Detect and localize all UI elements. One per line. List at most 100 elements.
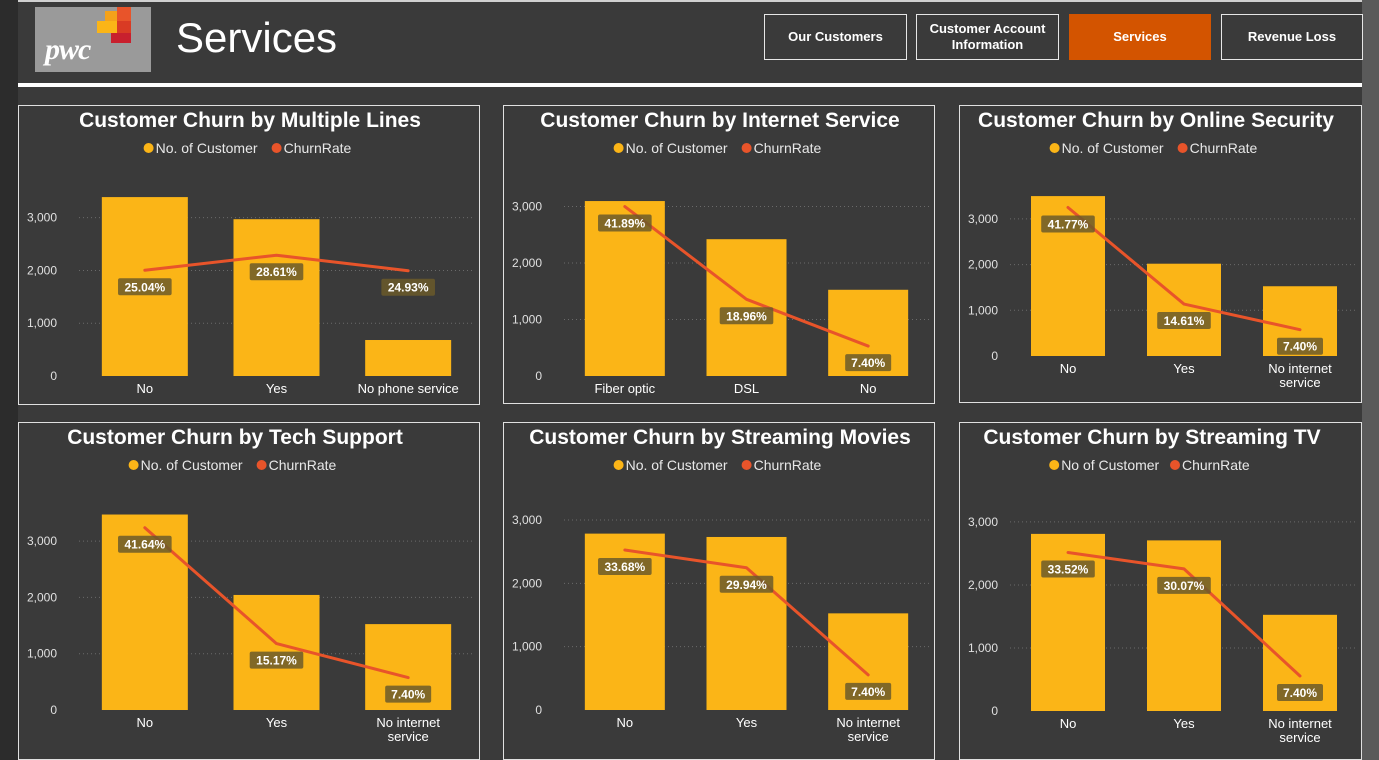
chart-panel-streaming-tv: Customer Churn by Streaming TV No of Cust… [959, 422, 1362, 760]
legend-label-churnrate: ChurnRate [754, 140, 822, 156]
x-category-label: No [860, 381, 877, 396]
chart-legend: No. of Customer ChurnRate [613, 140, 822, 156]
y-tick-label: 1,000 [512, 640, 542, 654]
y-tick-label: 0 [535, 369, 542, 383]
legend-label-churnrate: ChurnRate [284, 140, 352, 156]
x-category-label: Yes [1173, 716, 1195, 731]
y-tick-label: 2,000 [968, 578, 998, 592]
header: pwc Services Our Customers Customer Acco… [18, 2, 1363, 82]
y-tick-label: 3,000 [512, 199, 542, 213]
chart-title: Customer Churn by Internet Service [540, 109, 899, 132]
x-category-label: No internet service [1268, 716, 1332, 745]
y-tick-label: 3,000 [968, 212, 998, 226]
x-category-label: No [137, 381, 154, 396]
bar[interactable] [233, 219, 320, 376]
chart-svg: Customer Churn by Online Security No. of … [968, 109, 1358, 390]
legend-label-customers: No of Customer [1061, 457, 1159, 473]
chart-legend: No. of Customer ChurnRate [613, 457, 822, 473]
x-category-label: No [137, 715, 154, 730]
nav-our-customers[interactable]: Our Customers [764, 14, 907, 60]
legend-dot-churnrate [1177, 143, 1188, 153]
right-edge [1362, 0, 1379, 760]
chart-title: Customer Churn by Streaming Movies [529, 426, 911, 449]
pwc-logo: pwc [35, 7, 151, 72]
y-tick-label: 1,000 [512, 312, 542, 326]
y-tick-label: 3,000 [27, 534, 57, 548]
chart-svg: Customer Churn by Multiple Lines No. of C… [27, 109, 474, 396]
x-category-label: No [1060, 716, 1077, 731]
nav-label: Revenue Loss [1247, 29, 1337, 44]
legend-dot-customers [613, 460, 624, 470]
x-category-label: No [617, 715, 634, 730]
legend-label-churnrate: ChurnRate [754, 457, 822, 473]
x-category-label: Fiber optic [594, 381, 655, 396]
y-tick-label: 3,000 [512, 513, 542, 527]
churnrate-data-label: 41.77% [1048, 217, 1089, 231]
chart-svg: Customer Churn by Streaming Movies No. of… [512, 426, 929, 744]
churnrate-data-label: 7.40% [851, 685, 885, 699]
legend-label-customers: No. of Customer [141, 457, 243, 473]
legend-label-churnrate: ChurnRate [269, 457, 337, 473]
chart-title: Customer Churn by Streaming TV [983, 426, 1320, 449]
nav-customer-account-information[interactable]: Customer Account Information [916, 14, 1059, 60]
nav-revenue-loss[interactable]: Revenue Loss [1221, 14, 1363, 60]
x-category-label: No internet service [1268, 361, 1332, 390]
nav-label: Our Customers [788, 29, 883, 44]
churnrate-data-label: 41.89% [604, 217, 645, 231]
y-tick-label: 0 [50, 369, 57, 383]
x-category-label: No internet service [836, 715, 900, 744]
y-tick-label: 0 [535, 703, 542, 717]
churnrate-data-label: 7.40% [1283, 686, 1317, 700]
x-category-label: Yes [736, 715, 758, 730]
churnrate-data-label: 14.61% [1164, 314, 1205, 328]
legend-label-churnrate: ChurnRate [1182, 457, 1250, 473]
nav-label: Customer Account Information [929, 21, 1046, 52]
churnrate-data-label: 7.40% [1283, 340, 1317, 354]
legend-label-customers: No. of Customer [626, 457, 728, 473]
chart-panel-streaming-movies: Customer Churn by Streaming Movies No. of… [503, 422, 935, 760]
y-tick-label: 2,000 [512, 256, 542, 270]
legend-dot-customers [1049, 460, 1060, 470]
y-tick-label: 0 [50, 703, 57, 717]
legend-dot-churnrate [256, 460, 267, 470]
chart-legend: No. of Customer ChurnRate [128, 457, 337, 473]
chart-svg: Customer Churn by Internet Service No. of… [512, 109, 929, 396]
legend-dot-churnrate [1170, 460, 1180, 470]
bar[interactable] [1031, 533, 1105, 711]
x-category-label: Yes [266, 381, 288, 396]
legend-dot-customers [1049, 143, 1060, 153]
y-tick-label: 3,000 [27, 211, 57, 225]
y-tick-label: 1,000 [968, 641, 998, 655]
legend-dot-churnrate [741, 460, 752, 470]
x-category-label: DSL [734, 381, 759, 396]
y-tick-label: 0 [991, 704, 998, 718]
chart-legend: No. of Customer ChurnRate [1049, 140, 1258, 156]
churnrate-data-label: 18.96% [726, 309, 767, 323]
churnrate-data-label: 24.93% [388, 281, 429, 295]
bar[interactable] [365, 340, 452, 376]
legend-dot-churnrate [741, 143, 752, 153]
churnrate-data-label: 7.40% [851, 356, 885, 370]
x-category-label: Yes [1173, 361, 1195, 376]
churnrate-data-label: 29.94% [726, 578, 767, 592]
chart-panel-online-security: Customer Churn by Online Security No. of … [959, 105, 1362, 403]
chart-panel-tech-support: Customer Churn by Tech Support No. of Cus… [18, 422, 480, 760]
header-divider [18, 83, 1362, 87]
churnrate-data-label: 25.04% [124, 280, 165, 294]
y-tick-label: 2,000 [968, 258, 998, 272]
legend-dot-churnrate [271, 143, 282, 153]
chart-title: Customer Churn by Online Security [978, 109, 1334, 132]
y-tick-label: 2,000 [27, 590, 57, 604]
churnrate-data-label: 33.52% [1048, 563, 1089, 577]
chart-title: Customer Churn by Multiple Lines [79, 109, 421, 132]
chart-legend: No. of Customer ChurnRate [143, 140, 352, 156]
chart-panel-multiple-lines: Customer Churn by Multiple Lines No. of C… [18, 105, 480, 405]
legend-label-churnrate: ChurnRate [1190, 140, 1258, 156]
x-category-label: No phone service [358, 381, 459, 396]
y-tick-label: 2,000 [27, 263, 57, 277]
nav-services[interactable]: Services [1069, 14, 1211, 60]
legend-dot-customers [143, 143, 154, 153]
left-edge [0, 0, 18, 760]
churnrate-data-label: 7.40% [391, 688, 425, 702]
page-title: Services [176, 14, 338, 61]
